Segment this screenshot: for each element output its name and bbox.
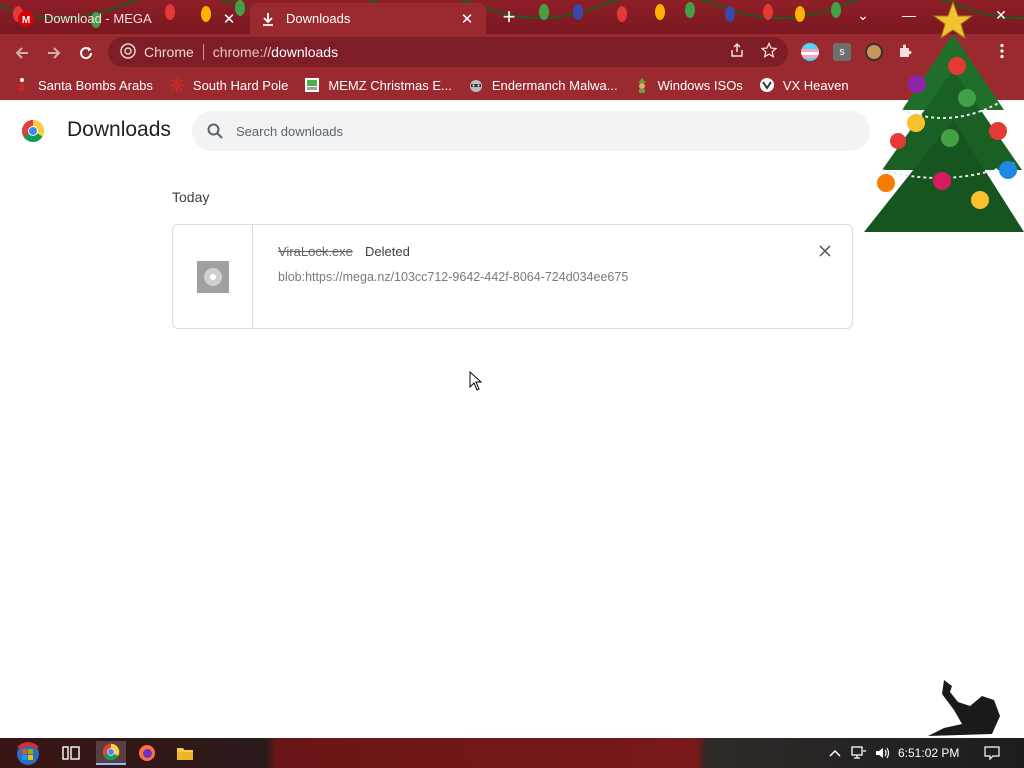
date-section-label: Today [172, 189, 210, 205]
bookmark-label: Windows ISOs [657, 77, 743, 93]
elf-icon [634, 77, 650, 93]
vx-icon [759, 77, 775, 93]
bookmark-south-hard-pole[interactable]: South Hard Pole [169, 77, 288, 93]
search-downloads-input[interactable]: Search downloads [192, 111, 870, 151]
chrome-logo-icon [22, 120, 44, 142]
task-view-icon[interactable] [56, 741, 86, 765]
bookmark-windows-isos[interactable]: Windows ISOs [634, 77, 743, 93]
bookmark-memz-christmas[interactable]: MEMZ Christmas E... [304, 77, 452, 93]
network-icon[interactable] [850, 744, 868, 762]
page-title: Downloads [67, 118, 171, 141]
notifications-icon[interactable] [982, 744, 1002, 762]
back-icon[interactable] [9, 40, 35, 66]
bookmark-label: Santa Bombs Arabs [38, 77, 153, 93]
bookmark-label: MEMZ Christmas E... [328, 77, 452, 93]
start-button[interactable] [8, 741, 48, 765]
file-icon [196, 260, 229, 293]
bookmark-vx-heaven[interactable]: VX Heaven [759, 77, 849, 93]
reload-icon[interactable] [73, 40, 99, 66]
search-icon [207, 123, 223, 139]
share-icon[interactable] [728, 41, 746, 59]
s-extension-icon[interactable]: s [833, 43, 851, 61]
christmas-tree-decoration [864, 0, 1024, 232]
file-icon-column [173, 225, 253, 328]
site-label: Chrome [144, 44, 194, 60]
bookmark-santa-bombs-arabs[interactable]: Santa Bombs Arabs [14, 77, 153, 93]
download-status: Deleted [365, 244, 410, 259]
volume-icon[interactable] [874, 744, 892, 762]
tab-downloads[interactable]: Downloads ✕ [250, 3, 486, 34]
tab-title: Download - MEGA [44, 11, 152, 26]
taskbar-clock[interactable]: 6:51:02 PM [898, 746, 959, 760]
omnibox-divider [202, 44, 204, 60]
chrome-icon[interactable] [96, 741, 126, 765]
search-placeholder: Search downloads [236, 123, 343, 139]
close-tab-icon[interactable]: ✕ [458, 10, 476, 28]
star-icon[interactable] [760, 41, 778, 59]
taskbar: 6:51:02 PM [0, 738, 1024, 768]
memz-icon [304, 77, 320, 93]
mouse-cursor-icon [469, 371, 482, 391]
raccoon-icon [468, 77, 484, 93]
svg-text:M: M [22, 15, 30, 26]
chevron-up-icon[interactable] [826, 744, 844, 762]
address-bar[interactable]: Chrome chrome:// downloads [108, 37, 788, 67]
firefox-icon[interactable] [132, 741, 162, 765]
snowflake-icon [169, 77, 185, 93]
remove-from-list-icon[interactable] [816, 242, 834, 260]
forward-icon[interactable] [41, 40, 67, 66]
download-filename[interactable]: ViraLock.exe [278, 244, 353, 259]
bookmark-endermanch-malware[interactable]: Endermanch Malwa... [468, 77, 618, 93]
tab-mega[interactable]: M Download - MEGA ✕ [8, 3, 248, 34]
close-tab-icon[interactable]: ✕ [220, 10, 238, 28]
mega-icon: M [18, 10, 34, 27]
santa-icon [14, 77, 30, 93]
bookmark-label: VX Heaven [782, 77, 849, 93]
tab-title: Downloads [286, 11, 351, 26]
url-host: downloads [271, 44, 339, 60]
file-explorer-icon[interactable] [170, 741, 200, 765]
new-tab-button[interactable]: + [497, 6, 521, 30]
download-icon [260, 11, 276, 27]
downloads-page: Downloads Search downloads Today ViraLoc… [0, 0, 1024, 738]
download-url[interactable]: blob:https://mega.nz/103cc712-9642-442f-… [278, 270, 628, 284]
silhouette-decoration [928, 680, 1000, 736]
download-item: ViraLock.exe Deleted blob:https://mega.n… [172, 224, 853, 329]
flag-extension-icon[interactable] [801, 43, 819, 61]
url-scheme: chrome:// [212, 44, 272, 60]
bookmark-label: Endermanch Malwa... [491, 77, 618, 93]
bookmark-label: South Hard Pole [192, 77, 289, 93]
chrome-site-icon [120, 42, 136, 62]
